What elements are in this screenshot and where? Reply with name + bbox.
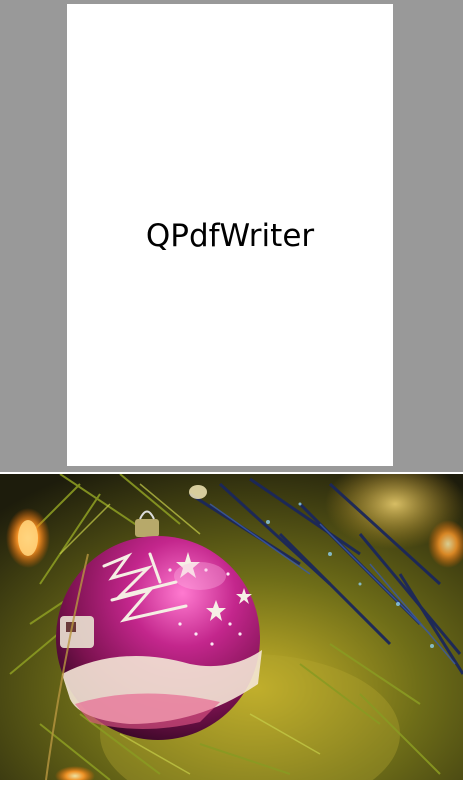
christmas-ornament-photo: [0, 474, 463, 780]
ornament-cap: [135, 519, 159, 537]
page-text: QPdfWriter: [145, 218, 315, 254]
ornament-illustration: [0, 474, 463, 780]
pdf-page: QPdfWriter: [67, 4, 393, 466]
pdf-viewer-area: QPdfWriter: [0, 0, 463, 472]
